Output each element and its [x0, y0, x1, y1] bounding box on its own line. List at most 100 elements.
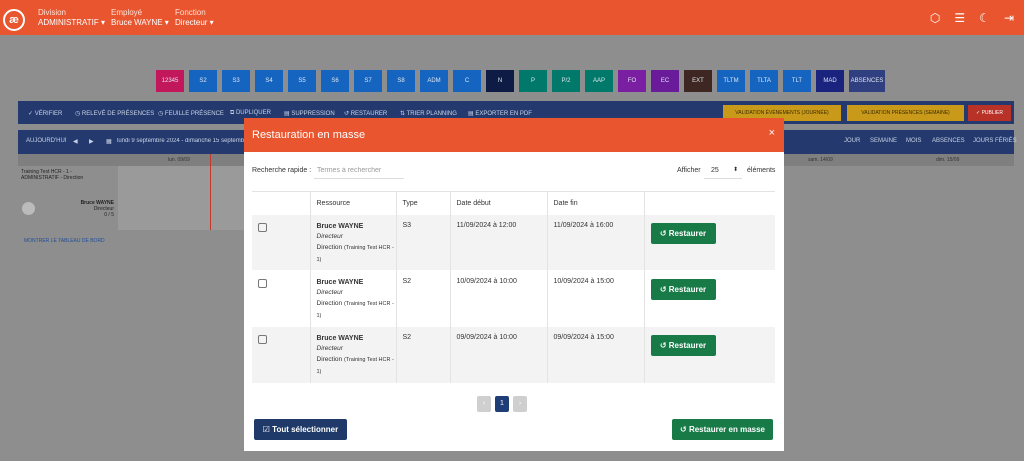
- activity-tile[interactable]: S5: [288, 70, 316, 92]
- search-input[interactable]: [314, 162, 404, 179]
- end-date-cell: 10/09/2024 à 15:00: [547, 270, 645, 327]
- page-1-button[interactable]: 1: [495, 396, 509, 412]
- close-icon[interactable]: ×: [769, 127, 775, 139]
- activity-tile[interactable]: TLT: [783, 70, 811, 92]
- duplicate-button[interactable]: ⧉ DUPLIQUER: [230, 110, 271, 117]
- activity-tile[interactable]: S4: [255, 70, 283, 92]
- dept-name: Direction: [316, 356, 343, 363]
- activity-tile[interactable]: TLTA: [750, 70, 778, 92]
- activity-tile[interactable]: FO: [618, 70, 646, 92]
- calendar-icon[interactable]: ▦: [106, 138, 112, 145]
- page-size-select[interactable]: 25 ⬍: [704, 162, 742, 179]
- view-day-tab[interactable]: JOUR: [844, 138, 860, 144]
- page-size-value: 25: [711, 167, 719, 174]
- end-date-cell: 09/09/2024 à 15:00: [547, 326, 645, 383]
- prev-week-icon[interactable]: ◀: [73, 138, 78, 145]
- modal-title: Restauration en masse: [252, 129, 366, 141]
- activity-tile[interactable]: S8: [387, 70, 415, 92]
- row-checkbox[interactable]: [258, 335, 267, 344]
- activity-tile[interactable]: EXT: [684, 70, 712, 92]
- activity-tile[interactable]: S2: [189, 70, 217, 92]
- today-button[interactable]: AUJOURD'HUI: [26, 138, 66, 144]
- activity-tile[interactable]: MAD: [816, 70, 844, 92]
- start-date-cell: 09/09/2024 à 10:00: [450, 326, 548, 383]
- view-week-tab[interactable]: SEMAINE: [870, 138, 897, 144]
- validate-presence-button[interactable]: VALIDATION PRÉSENCES (SEMAINE): [847, 105, 964, 121]
- resource-dept: Direction (Training Test HCR - 1): [317, 242, 396, 266]
- list-icon[interactable]: ☰: [954, 11, 965, 25]
- resource-role: Directeur: [316, 345, 343, 352]
- group-label: Training Test HCR - 1 - ADMINISTRATIF - …: [21, 169, 84, 181]
- function-selector[interactable]: Fonction Directeur ▾: [175, 8, 214, 28]
- activity-tile[interactable]: P/2: [552, 70, 580, 92]
- start-date-cell: 10/09/2024 à 10:00: [450, 270, 548, 327]
- table-body: Bruce WAYNE Directeur Direction (Training …: [252, 214, 775, 383]
- next-page-button[interactable]: ›: [513, 396, 527, 412]
- mass-restore-button[interactable]: ↺ Restaurer en masse: [672, 419, 773, 440]
- logout-icon[interactable]: ⇥: [1004, 11, 1014, 25]
- dept-name: Direction: [316, 300, 343, 307]
- restore-button[interactable]: ↺ Restaurer: [650, 335, 716, 356]
- activity-tile[interactable]: S6: [321, 70, 349, 92]
- activity-tile[interactable]: TLTM: [717, 70, 745, 92]
- resource-name: Bruce WAYNE: [316, 335, 364, 342]
- end-column-header[interactable]: Date fin: [547, 191, 645, 215]
- activity-tile[interactable]: 12345: [156, 70, 184, 92]
- division-selector[interactable]: Division ADMINISTRATIF ▾: [38, 8, 105, 28]
- moon-icon[interactable]: ☾: [979, 11, 990, 25]
- view-absences-tab[interactable]: ABSENCES: [932, 138, 965, 144]
- top-bar: æ Division ADMINISTRATIF ▾ Employé Bruce…: [0, 0, 1024, 35]
- activity-tile[interactable]: ADM: [420, 70, 448, 92]
- end-date-cell: 11/09/2024 à 16:00: [547, 214, 645, 271]
- type-cell: S2: [396, 270, 451, 327]
- activity-tile[interactable]: EC: [651, 70, 679, 92]
- resource-ratio: 0 / 5: [104, 212, 114, 218]
- select-all-button[interactable]: ☑ Tout sélectionner: [254, 419, 347, 440]
- attendance-button[interactable]: ◷ RELEVÉ DE PRÉSENCES: [75, 110, 154, 117]
- delete-button[interactable]: ▤ SUPPRESSION: [284, 110, 335, 117]
- resource-panel: Training Test HCR - 1 - ADMINISTRATIF - …: [18, 166, 118, 230]
- employee-selector[interactable]: Employé Bruce WAYNE ▾: [111, 8, 169, 28]
- start-column-header[interactable]: Date début: [450, 191, 548, 215]
- activity-tile[interactable]: ABSENCES: [849, 70, 885, 92]
- activity-tile[interactable]: C: [453, 70, 481, 92]
- sort-button[interactable]: ⇅ TRIER PLANNING: [400, 110, 457, 117]
- app-logo[interactable]: æ: [3, 9, 25, 31]
- activity-tile[interactable]: S7: [354, 70, 382, 92]
- sheet-button[interactable]: ◷ FEUILLE PRÉSENCE: [158, 110, 224, 117]
- restore-button[interactable]: ↺ Restaurer: [650, 223, 716, 244]
- type-cell: S2: [396, 326, 451, 383]
- table-row: Bruce WAYNE Directeur Direction (Training …: [252, 270, 775, 327]
- planning-grid[interactable]: [118, 166, 244, 230]
- elements-label: éléments: [747, 167, 776, 174]
- restore-label: Restaurer: [668, 229, 707, 238]
- employee-value: Bruce WAYNE ▾: [111, 18, 169, 27]
- restore-button[interactable]: ↺ Restaurer: [650, 279, 716, 300]
- type-column-header[interactable]: Type: [396, 191, 451, 215]
- verify-button[interactable]: ✓ VÉRIFIER: [28, 110, 62, 117]
- row-checkbox[interactable]: [258, 279, 267, 288]
- restore-toolbar-button[interactable]: ↺ RESTAURER: [344, 110, 387, 117]
- view-holidays-tab[interactable]: JOURS FÉRIÉS: [973, 138, 1017, 144]
- employee-label: Employé: [111, 8, 143, 17]
- show-dashboard-link[interactable]: MONTRER LE TABLEAU DE BORD: [24, 238, 105, 244]
- function-label: Fonction: [175, 8, 206, 17]
- dept-name: Direction: [316, 244, 343, 251]
- view-month-tab[interactable]: MOIS: [906, 138, 921, 144]
- row-checkbox[interactable]: [258, 223, 267, 232]
- select-cell: [252, 270, 311, 327]
- publish-button[interactable]: ✓ PUBLIER: [968, 105, 1011, 121]
- restore-label: Restaurer: [668, 285, 707, 294]
- action-column-header: [644, 191, 775, 215]
- prev-page-button[interactable]: ‹: [477, 396, 491, 412]
- cube-icon[interactable]: ⬡: [930, 11, 940, 25]
- export-pdf-button[interactable]: ▤ EXPORTER EN PDF: [468, 110, 532, 117]
- next-week-icon[interactable]: ▶: [89, 138, 94, 145]
- select-cell: [252, 326, 311, 383]
- activity-tile[interactable]: AAP: [585, 70, 613, 92]
- activity-tile[interactable]: P: [519, 70, 547, 92]
- table-row: Bruce WAYNE Directeur Direction (Training …: [252, 214, 775, 271]
- resource-column-header[interactable]: Ressource: [310, 191, 397, 215]
- activity-tile[interactable]: S3: [222, 70, 250, 92]
- activity-tile[interactable]: N: [486, 70, 514, 92]
